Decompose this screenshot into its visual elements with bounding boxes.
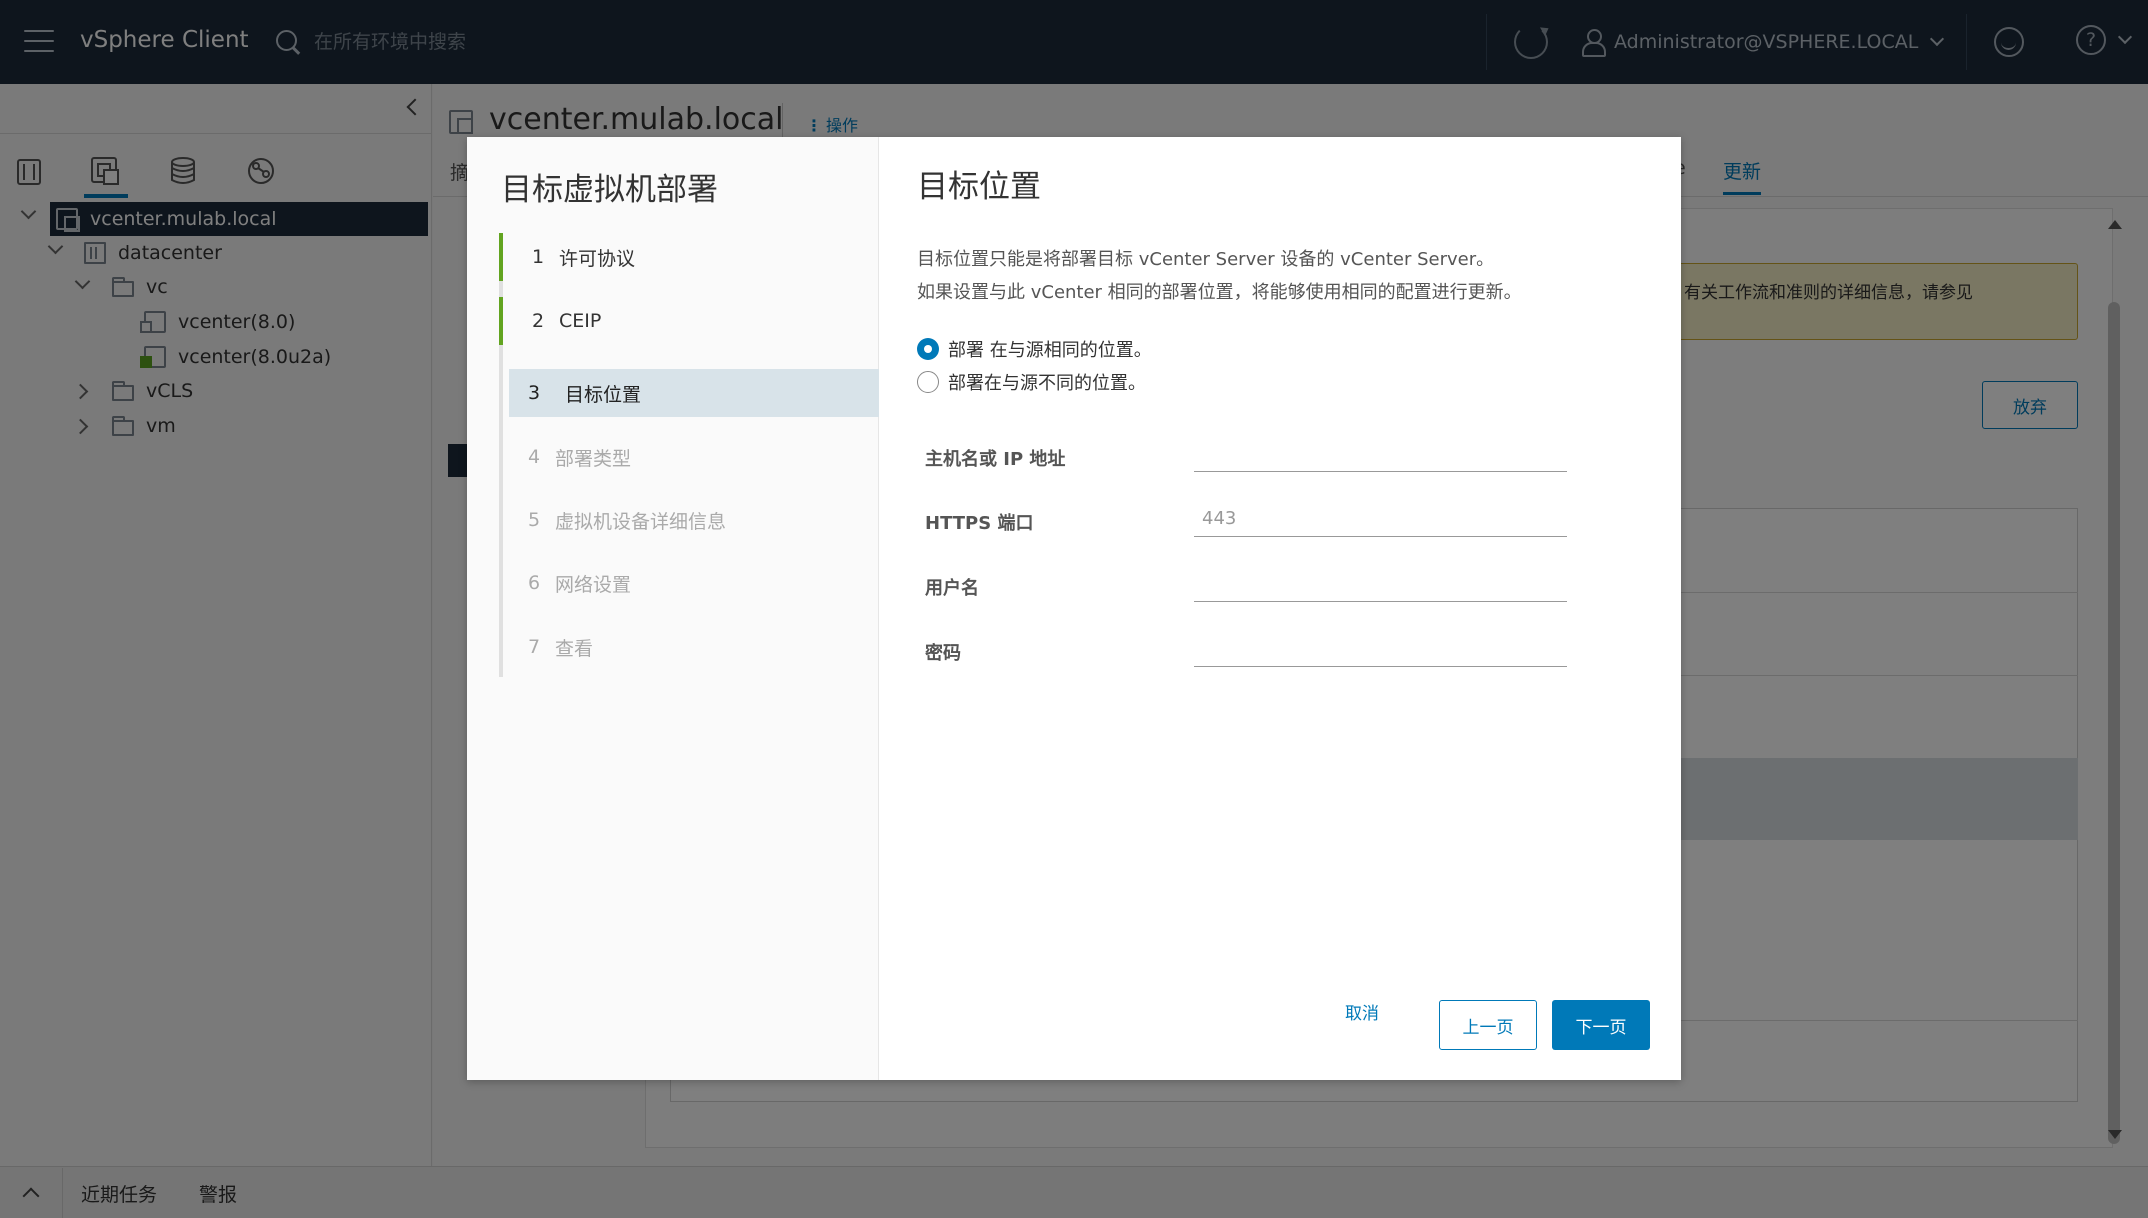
step-label: 网络设置: [555, 573, 632, 596]
wizard-step-5: 5 虚拟机设备详细信息: [499, 496, 879, 544]
step-label: 许可协议: [559, 247, 636, 270]
step-label: CEIP: [559, 310, 602, 332]
step-number: 7: [528, 636, 541, 658]
step-label: 部署类型: [555, 447, 632, 470]
cancel-button[interactable]: 取消: [1345, 999, 1379, 1024]
wizard-title: 目标虚拟机部署: [501, 172, 718, 208]
wizard-step-7: 7 查看: [499, 623, 879, 671]
step-number: 1: [532, 246, 545, 268]
password-field[interactable]: [1194, 631, 1567, 667]
back-button[interactable]: 上一页: [1439, 1000, 1537, 1050]
step-number: 5: [528, 509, 541, 531]
host-field-label: 主机名或 IP 地址: [925, 449, 1066, 470]
step-page-title: 目标位置: [917, 169, 1041, 205]
password-field-label: 密码: [925, 643, 961, 664]
port-field[interactable]: [1194, 501, 1567, 537]
username-field-label: 用户名: [925, 578, 979, 599]
wizard-step-4: 4 部署类型: [499, 433, 879, 481]
radio-label: 部署在与源不同的位置。: [948, 373, 1146, 394]
host-field[interactable]: [1194, 436, 1567, 472]
description-line: 如果设置与此 vCenter 相同的部署位置，将能够使用相同的配置进行更新。: [917, 282, 1522, 303]
radio-same-location[interactable]: 部署 在与源相同的位置。: [917, 336, 1152, 362]
step-description: 目标位置只能是将部署目标 vCenter Server 设备的 vCenter …: [917, 243, 1522, 309]
wizard-step-1[interactable]: 1 许可协议: [499, 233, 879, 281]
username-field[interactable]: [1194, 566, 1567, 602]
wizard-step-6: 6 网络设置: [499, 559, 879, 607]
radio-label: 部署 在与源相同的位置。: [948, 340, 1152, 361]
port-field-label: HTTPS 端口: [925, 513, 1034, 534]
step-label: 虚拟机设备详细信息: [555, 510, 727, 533]
radio-different-location[interactable]: 部署在与源不同的位置。: [917, 369, 1146, 395]
step-label: 查看: [555, 637, 594, 660]
description-line: 目标位置只能是将部署目标 vCenter Server 设备的 vCenter …: [917, 249, 1495, 270]
radio-unchecked-icon[interactable]: [917, 371, 939, 393]
next-button[interactable]: 下一页: [1552, 1000, 1650, 1050]
wizard-dialog: 目标虚拟机部署 1 许可协议 2 CEIP 3 目标位置 4 部署类型 5 虚拟…: [467, 137, 1681, 1080]
step-number: 6: [528, 572, 541, 594]
wizard-step-3[interactable]: 3 目标位置: [509, 369, 879, 417]
wizard-step-2[interactable]: 2 CEIP: [499, 297, 879, 345]
step-number: 4: [528, 446, 541, 468]
step-label: 目标位置: [565, 383, 642, 406]
radio-checked-icon[interactable]: [917, 338, 939, 360]
step-number: 3: [528, 382, 541, 404]
wizard-steps-panel: 目标虚拟机部署 1 许可协议 2 CEIP 3 目标位置 4 部署类型 5 虚拟…: [467, 137, 879, 1080]
step-number: 2: [532, 310, 545, 332]
